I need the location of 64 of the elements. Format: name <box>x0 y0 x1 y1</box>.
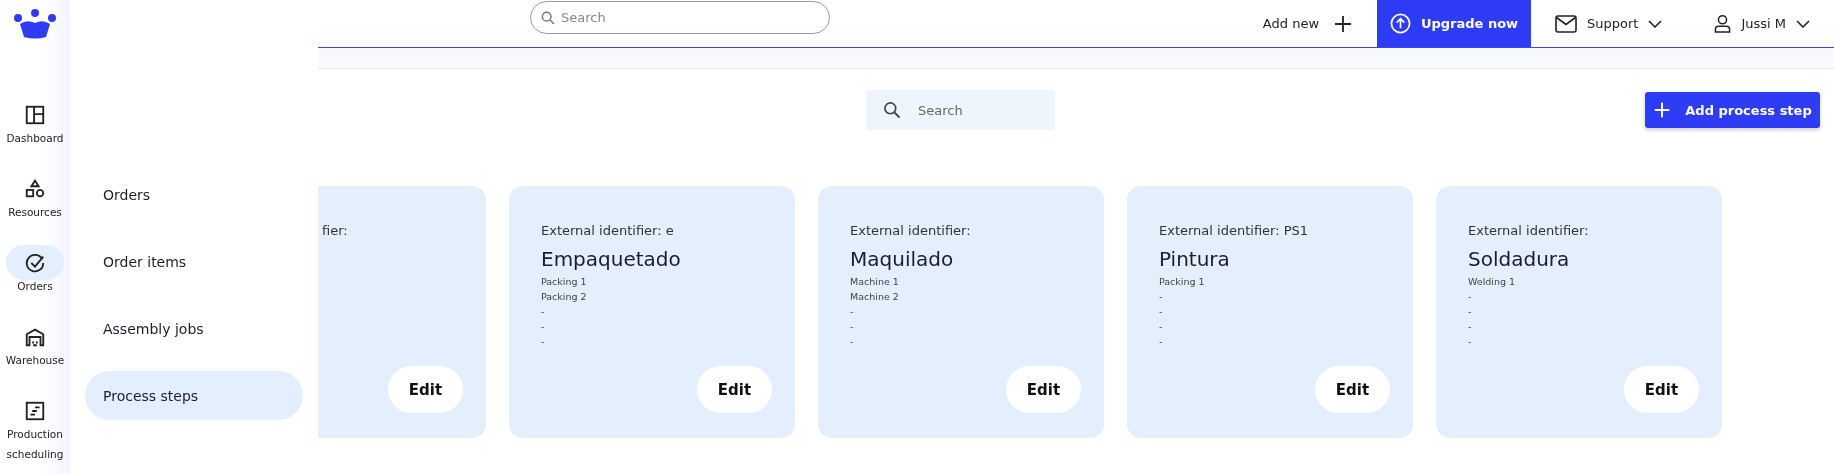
submenu-item[interactable]: Orders <box>85 170 303 219</box>
search-field[interactable]: Search <box>866 90 1055 130</box>
step-title: Empaquetado <box>541 246 682 272</box>
step-title: Soldadura <box>1468 246 1571 272</box>
support-menu[interactable]: Support <box>1549 13 1669 34</box>
step-title: Pintura <box>1159 246 1231 272</box>
search-field[interactable]: Search <box>530 1 830 34</box>
mail-icon <box>1555 14 1577 33</box>
step-title: Maquilado <box>850 246 955 272</box>
resource-line: - <box>1468 335 1473 349</box>
resource-line: Packing 1 <box>1159 275 1206 289</box>
external-identifier: fier: <box>322 222 349 240</box>
resource-line: Welding 1 <box>1468 275 1517 289</box>
resource-line: - <box>541 320 546 334</box>
plus-icon <box>1653 101 1672 119</box>
resource-line: - <box>1159 290 1164 304</box>
resource-line: - <box>850 305 855 319</box>
nav-item[interactable]: Production scheduling <box>0 393 70 467</box>
plus-icon <box>1333 13 1353 34</box>
resource-line: - <box>1468 305 1473 319</box>
add-process-step-button[interactable]: Add process step <box>1645 92 1820 128</box>
schedule-icon <box>24 399 46 422</box>
resource-line: Packing 2 <box>541 290 588 304</box>
search-icon <box>540 10 556 26</box>
resource-line: Packing 1 <box>541 275 588 289</box>
upload-icon <box>1389 13 1411 34</box>
resource-line: Machine 1 <box>850 275 900 289</box>
resource-line: - <box>1468 290 1473 304</box>
user-menu[interactable]: Jussi M <box>1708 13 1816 34</box>
check-circle-icon <box>24 251 46 274</box>
shapes-icon <box>24 177 46 200</box>
external-identifier: External identifier: PS1 <box>1159 222 1310 240</box>
resource-line: - <box>1159 305 1164 319</box>
chevron-down-icon <box>1796 19 1810 28</box>
nav-item[interactable]: Resources <box>0 171 70 245</box>
nav-item[interactable]: Orders <box>0 245 70 319</box>
resource-line: - <box>541 305 546 319</box>
submenu-item[interactable]: Process steps <box>85 371 303 420</box>
search-icon <box>882 100 902 120</box>
add-new-button[interactable]: Add new <box>1256 12 1359 35</box>
resource-line: - <box>1159 335 1164 349</box>
resource-line: - <box>541 335 546 349</box>
external-identifier: External identifier: <box>1468 222 1590 240</box>
resource-line: - <box>1159 320 1164 334</box>
resource-line: - <box>850 320 855 334</box>
external-identifier: External identifier: e <box>541 222 675 240</box>
submenu-item[interactable]: Assembly jobs <box>85 304 303 353</box>
edit-button[interactable]: Edit <box>1315 366 1390 413</box>
submenu-item[interactable]: Order items <box>85 237 303 286</box>
edit-button[interactable]: Edit <box>697 366 772 413</box>
external-identifier: External identifier: <box>850 222 972 240</box>
resource-line: - <box>850 335 855 349</box>
user-icon <box>1714 14 1732 33</box>
upgrade-button[interactable]: Upgrade now <box>1377 0 1531 47</box>
nav-item[interactable]: Warehouse <box>0 319 70 393</box>
nav-item[interactable]: Dashboard <box>0 97 70 171</box>
chevron-down-icon <box>1648 19 1663 28</box>
resource-line: Machine 2 <box>850 290 900 304</box>
logo-icon <box>13 9 57 39</box>
dashboard-icon <box>24 103 46 126</box>
edit-button[interactable]: Edit <box>388 366 463 413</box>
resource-line: - <box>1468 320 1473 334</box>
edit-button[interactable]: Edit <box>1006 366 1081 413</box>
edit-button[interactable]: Edit <box>1624 366 1699 413</box>
